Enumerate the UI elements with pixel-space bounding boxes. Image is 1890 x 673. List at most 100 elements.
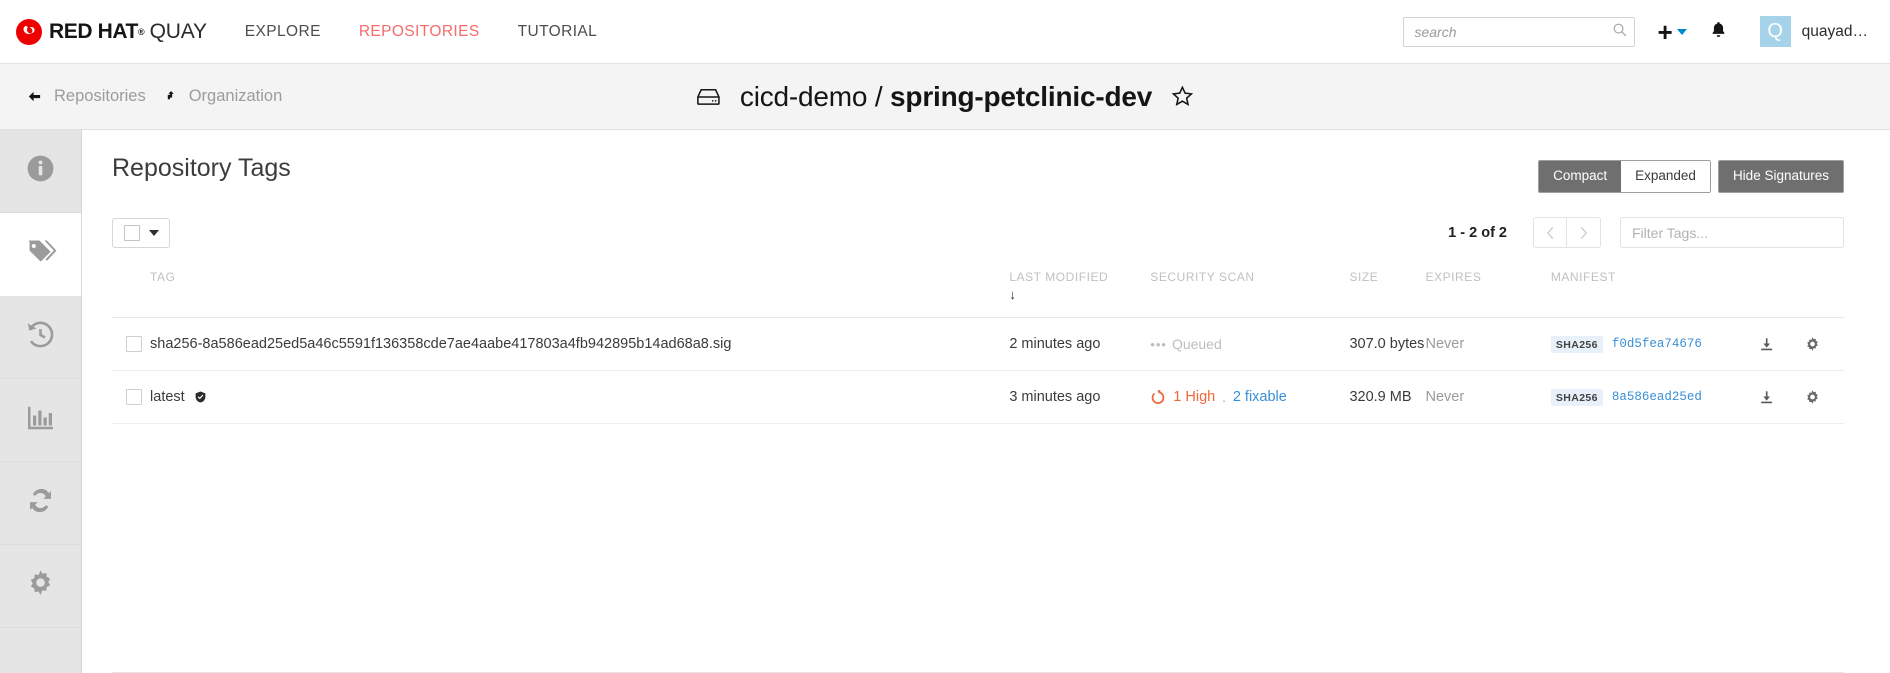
column-header-security-scan[interactable]: SECURITY SCAN — [1150, 270, 1350, 319]
sync-refresh-icon — [25, 485, 56, 521]
gear-icon[interactable] — [1804, 336, 1844, 353]
sidebar-item-usage-logs[interactable] — [0, 379, 81, 462]
organization-arrow-icon — [164, 89, 177, 104]
scan-separator: . — [1222, 389, 1226, 405]
column-header-download — [1758, 270, 1804, 319]
scan-status-vulnerable: 1 High . 2 fixable — [1150, 389, 1349, 405]
tags-toolbar: 1 - 2 of 2 — [112, 217, 1844, 249]
vulnerability-ring-icon — [1150, 389, 1166, 405]
expanded-view-button[interactable]: Expanded — [1621, 161, 1710, 193]
bar-chart-icon — [25, 403, 56, 438]
repository-title-group: cicd-demo / spring-petclinic-dev — [695, 81, 1195, 113]
view-mode-segmented-control: Compact Expanded — [1538, 160, 1711, 194]
row-download-cell — [1758, 370, 1804, 425]
row-checkbox[interactable] — [126, 389, 142, 406]
arrow-left-icon[interactable] — [26, 89, 43, 104]
bell-icon — [1709, 21, 1728, 43]
notifications-button[interactable] — [1709, 20, 1728, 44]
user-name-label: quayad… — [1801, 22, 1868, 40]
view-mode-buttons: Compact Expanded Hide Signatures — [1538, 154, 1844, 194]
primary-nav-links: EXPLORE REPOSITORIES TUTORIAL — [245, 23, 597, 41]
column-header-last-modified[interactable]: LAST MODIFIED ↓ — [1009, 270, 1151, 319]
tags-icon — [25, 236, 57, 273]
nav-link-explore[interactable]: EXPLORE — [245, 23, 321, 41]
tag-name[interactable]: latest — [150, 389, 185, 405]
vulnerability-fixable-link[interactable]: 2 fixable — [1233, 389, 1287, 405]
breadcrumb-organization[interactable]: Organization — [189, 87, 283, 106]
star-outline-icon[interactable] — [1170, 84, 1195, 109]
row-manifest-cell: SHA256 8a586ead25ed — [1550, 370, 1759, 425]
create-new-button[interactable]: + — [1657, 19, 1687, 45]
sidebar-item-repository-information[interactable] — [0, 130, 81, 213]
row-tag-cell: sha256-8a586ead25ed5a46c5591f136358cde7a… — [150, 317, 1010, 372]
manifest-digest-badge: SHA256 — [1550, 388, 1603, 406]
previous-page-button[interactable] — [1533, 217, 1567, 249]
nav-link-repositories[interactable]: REPOSITORIES — [359, 23, 480, 41]
column-header-size[interactable]: SIZE — [1349, 270, 1426, 319]
row-expires-cell: Never — [1425, 370, 1551, 425]
row-security-scan-cell: 1 High . 2 fixable — [1150, 370, 1350, 425]
page-header-row: Repository Tags Compact Expanded Hide Si… — [112, 130, 1844, 194]
row-size-cell: 320.9 MB — [1349, 370, 1426, 425]
checkbox-icon[interactable] — [124, 224, 140, 241]
column-header-manifest[interactable]: MANIFEST — [1550, 270, 1759, 319]
tag-name[interactable]: sha256-8a586ead25ed5a46c5591f136358cde7a… — [150, 336, 731, 352]
brand-registered-mark: ® — [137, 26, 145, 37]
select-all-dropdown[interactable] — [112, 217, 170, 248]
table-row[interactable]: latest 3 minutes ago 1 High . 2 fixable … — [112, 370, 1844, 425]
red-hat-logo-icon — [16, 18, 42, 45]
page-title: Repository Tags — [112, 154, 291, 182]
nav-link-tutorial[interactable]: TUTORIAL — [518, 23, 598, 41]
brand-logo[interactable]: RED HAT ® QUAY — [16, 18, 207, 45]
row-actions-cell — [1803, 317, 1844, 372]
history-clock-icon — [25, 319, 56, 355]
breadcrumb-repositories[interactable]: Repositories — [54, 87, 146, 106]
next-page-button[interactable] — [1567, 217, 1601, 249]
sidebar-item-tag-history[interactable] — [0, 296, 81, 379]
top-navigation-bar: RED HAT ® QUAY EXPLORE REPOSITORIES TUTOR… — [0, 0, 1890, 64]
caret-down-icon — [149, 229, 159, 236]
page-body: Repository Tags Compact Expanded Hide Si… — [0, 130, 1890, 673]
repository-sidebar — [0, 130, 82, 673]
table-body: sha256-8a586ead25ed5a46c5591f136358cde7a… — [112, 317, 1844, 425]
row-download-cell — [1758, 317, 1804, 372]
column-header-tag[interactable]: TAG — [150, 270, 1010, 319]
ellipsis-icon: ••• — [1150, 336, 1167, 352]
repo-name: spring-petclinic-dev — [890, 80, 1153, 112]
filter-tags-input[interactable] — [1620, 217, 1844, 249]
row-actions-cell — [1803, 370, 1844, 425]
download-icon[interactable] — [1759, 390, 1804, 405]
manifest-digest-link[interactable]: f0d5fea74676 — [1612, 337, 1702, 351]
brand-quay-text: QUAY — [149, 19, 207, 43]
sort-descending-icon: ↓ — [1009, 287, 1017, 303]
column-header-select — [112, 270, 151, 319]
sidebar-item-mirroring[interactable] — [0, 462, 81, 545]
download-icon[interactable] — [1759, 337, 1804, 352]
repo-namespace: cicd-demo — [739, 80, 868, 112]
row-select-cell — [112, 370, 151, 425]
manifest-digest-link[interactable]: 8a586ead25ed — [1612, 390, 1702, 404]
scan-queued-label: Queued — [1171, 336, 1222, 353]
column-header-expires[interactable]: EXPIRES — [1425, 270, 1551, 319]
gear-icon[interactable] — [1804, 389, 1844, 406]
row-checkbox[interactable] — [126, 336, 142, 353]
user-menu[interactable]: Q quayad… — [1759, 16, 1868, 47]
table-row[interactable]: sha256-8a586ead25ed5a46c5591f136358cde7a… — [112, 317, 1844, 372]
shield-check-icon — [194, 390, 207, 404]
table-header-row: TAG LAST MODIFIED ↓ SECURITY SCAN SIZE E… — [112, 270, 1844, 319]
sidebar-item-repository-tags[interactable] — [0, 213, 81, 296]
search-input[interactable] — [1403, 16, 1636, 47]
compact-view-button[interactable]: Compact — [1539, 161, 1622, 193]
information-icon — [25, 153, 56, 189]
vulnerability-high-count: 1 High — [1173, 389, 1216, 406]
row-size-cell: 307.0 bytes — [1349, 317, 1426, 372]
row-security-scan-cell: ••• Queued — [1150, 317, 1350, 372]
brand-redhat-text: RED HAT — [49, 19, 138, 43]
pagination-range-label: 1 - 2 of 2 — [1448, 224, 1507, 241]
size-value: 320.9 MB — [1349, 389, 1412, 406]
sidebar-item-settings[interactable] — [0, 545, 81, 628]
row-expires-cell: Never — [1425, 317, 1551, 372]
repository-drive-icon — [695, 85, 722, 108]
last-modified-value: 3 minutes ago — [1009, 389, 1101, 406]
hide-signatures-button[interactable]: Hide Signatures — [1717, 160, 1844, 194]
